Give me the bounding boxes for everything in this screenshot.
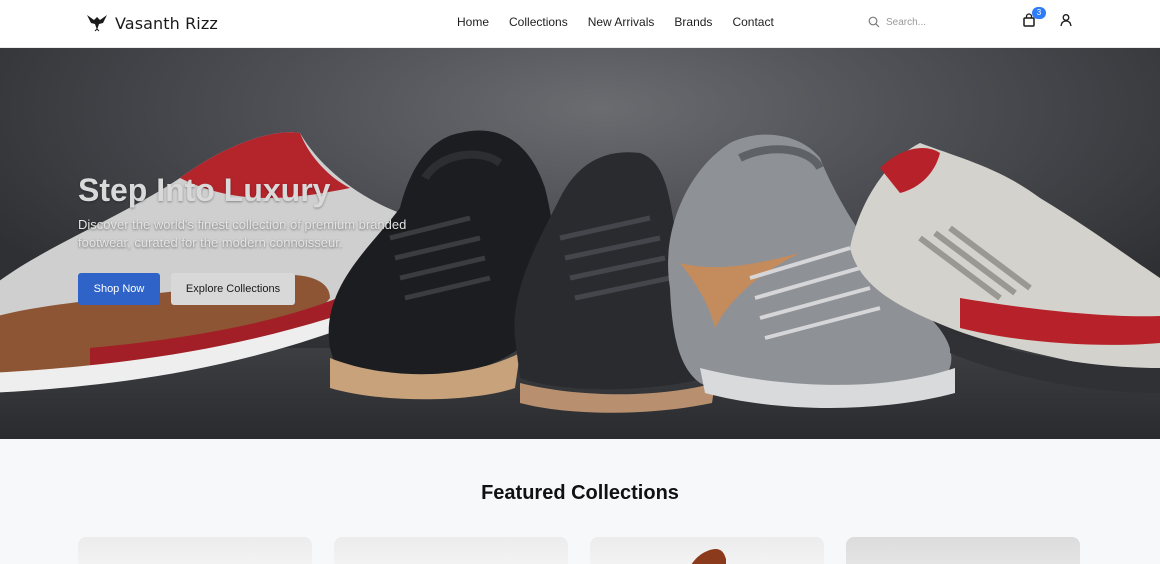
collection-card[interactable] bbox=[590, 537, 824, 564]
brand-name: Vasanth Rizz bbox=[115, 13, 218, 33]
search-input[interactable] bbox=[886, 16, 976, 28]
user-icon bbox=[1060, 14, 1072, 27]
nav-collections[interactable]: Collections bbox=[499, 14, 578, 30]
collection-card-shoe-image bbox=[691, 549, 726, 564]
site-header: Vasanth Rizz Home Collections New Arriva… bbox=[0, 0, 1160, 48]
search-icon bbox=[868, 16, 880, 28]
nav-brands[interactable]: Brands bbox=[664, 14, 722, 30]
shop-now-button[interactable]: Shop Now bbox=[78, 273, 160, 305]
hero-title: Step Into Luxury bbox=[78, 172, 331, 208]
hero-subtitle: Discover the world's finest collection o… bbox=[78, 217, 407, 250]
collection-card[interactable] bbox=[846, 537, 1080, 564]
explore-collections-button[interactable]: Explore Collections bbox=[171, 273, 295, 305]
account-button[interactable] bbox=[1059, 13, 1075, 29]
main-nav: Home Collections New Arrivals Brands Con… bbox=[447, 14, 784, 30]
collection-card[interactable] bbox=[334, 537, 568, 564]
search-box bbox=[868, 11, 988, 33]
hero-banner: Step Into Luxury Discover the world's fi… bbox=[0, 48, 1160, 439]
eagle-logo-icon bbox=[87, 15, 107, 32]
nav-contact[interactable]: Contact bbox=[722, 14, 783, 30]
brand-logo[interactable]: Vasanth Rizz bbox=[86, 11, 218, 35]
nav-new-arrivals[interactable]: New Arrivals bbox=[578, 14, 665, 30]
featured-collections-heading: Featured Collections bbox=[481, 482, 679, 504]
cart-count-badge: 3 bbox=[1032, 7, 1046, 19]
collection-card[interactable] bbox=[78, 537, 312, 564]
nav-home[interactable]: Home bbox=[447, 14, 499, 30]
